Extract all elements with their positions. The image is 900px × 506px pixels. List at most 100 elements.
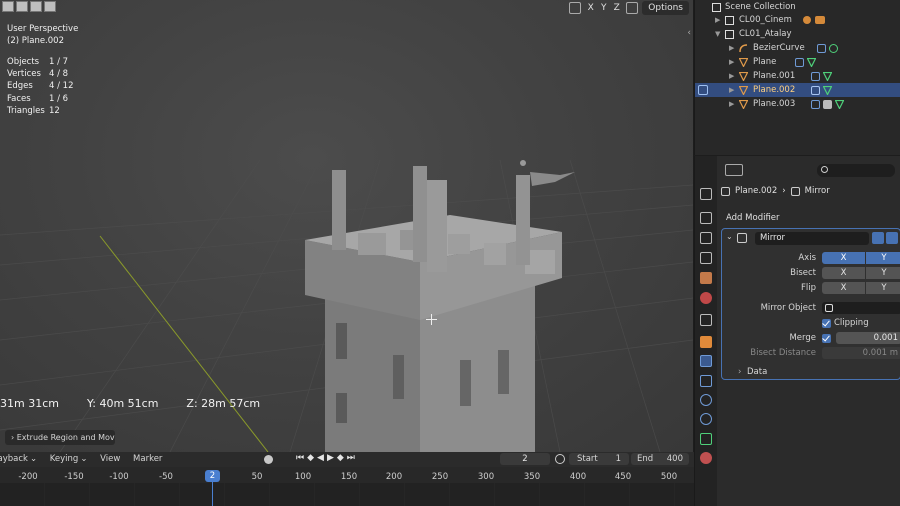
options-dropdown[interactable]: Options [642,1,689,15]
outliner-item-plane-001[interactable]: ▶ Plane.001 [695,69,900,83]
expand-arrow-icon[interactable]: ▶ [729,97,734,111]
collapse-chevron-icon[interactable]: ⌄ [726,232,733,241]
outliner-item-plane-003[interactable]: ▶ Plane.003 [695,97,900,111]
expand-arrow-icon[interactable]: ▶ [729,41,734,55]
select-box-icon[interactable] [2,1,14,12]
outliner-item-cl00[interactable]: ▶ CL00_Cinem [695,13,900,27]
camera-icon[interactable] [815,16,825,24]
modifier-icon[interactable] [811,72,820,81]
frame-ruler[interactable]: -200 -150 -100 -50 50 100 150 200 250 30… [0,467,715,483]
timeline-editor[interactable]: Playback⌄ Keying⌄ View Marker ⏮ ◆ ◀ ▶ ◆ … [0,452,715,506]
curve-data-icon[interactable] [829,44,838,53]
data-subpanel[interactable]: › Data [722,366,900,379]
merge-checkbox[interactable] [822,334,831,343]
outliner-item-plane-002[interactable]: ▶ Plane.002 [695,83,900,97]
mesh-data-icon[interactable] [823,72,832,81]
tick-label: -100 [109,472,129,482]
world-tab-icon[interactable] [700,292,712,304]
output-tab-icon[interactable] [700,232,712,244]
axis-x-toggle[interactable]: X [585,2,596,14]
outliner[interactable]: Scene Collection ▶ CL00_Cinem ▼ CL01_Ata… [694,0,900,155]
keyframe-area[interactable] [0,483,715,506]
menu-marker[interactable]: Marker [133,454,162,464]
edit-mode-icon[interactable] [698,85,708,95]
expand-arrow-icon[interactable]: › [738,366,741,379]
outliner-item-plane[interactable]: ▶ Plane [695,55,900,69]
clipping-checkbox[interactable] [822,319,831,328]
jump-end-icon[interactable]: ⏭ [347,453,355,463]
outliner-item-cl01[interactable]: ▼ CL01_Atalay [695,27,900,41]
play-reverse-icon[interactable]: ◀ [317,453,324,463]
object-tab-icon[interactable] [700,336,712,348]
tool-tab-icon[interactable] [700,188,712,200]
mesh-data-icon[interactable] [807,58,816,67]
viewport-toggle-icon[interactable] [886,232,898,244]
mesh-data-icon[interactable] [835,100,844,109]
editor-type-icon[interactable] [725,164,743,176]
axis-x-toggle[interactable]: X [822,252,865,264]
edit-mode-toggle-icon[interactable] [872,232,884,244]
flip-y-toggle[interactable]: Y [866,282,900,294]
outliner-item-beziercurve[interactable]: ▶ BezierCurve [695,41,900,55]
menu-view[interactable]: View [100,454,120,464]
light-icon[interactable] [803,16,811,24]
axis-z-toggle[interactable]: Z [611,2,622,14]
mirror-axis-icon[interactable] [569,2,582,14]
constraints-tab-icon[interactable] [700,413,712,425]
mesh-data-icon[interactable] [823,86,832,95]
scene-render[interactable] [0,0,693,452]
axis-y-toggle[interactable]: Y [866,252,900,264]
properties-search[interactable] [817,164,895,177]
flip-x-toggle[interactable]: X [822,282,865,294]
material-tab-icon[interactable] [700,452,712,464]
last-operator-panel[interactable]: › Extrude Region and Mov [5,430,115,445]
data-tab-icon[interactable] [700,433,712,445]
expand-arrow-icon[interactable]: ▶ [715,13,720,27]
record-icon[interactable] [264,455,273,464]
select-invert-icon[interactable] [44,1,56,12]
modifier-tab-icon[interactable] [700,355,712,367]
bisect-y-toggle[interactable]: Y [866,267,900,279]
expand-arrow-icon[interactable]: ▶ [729,55,734,69]
modifier-icon[interactable] [811,100,820,109]
render-tab-icon[interactable] [700,212,712,224]
material-icon[interactable] [823,100,832,109]
jump-start-icon[interactable]: ⏮ [296,453,304,463]
properties-editor[interactable]: Plane.002 › Mirror Add Modifier ⌄ Mirror… [694,156,900,506]
prev-keyframe-icon[interactable]: ◆ [307,453,314,463]
modifier-icon[interactable] [795,58,804,67]
expand-arrow-icon[interactable]: ▶ [729,83,734,97]
physics-tab-icon[interactable] [700,394,712,406]
current-frame-field[interactable]: 2 [500,453,550,465]
outliner-item-scene-collection[interactable]: Scene Collection [695,0,900,14]
next-keyframe-icon[interactable]: ◆ [337,453,344,463]
menu-playback[interactable]: Playback [0,454,28,464]
preview-range-icon[interactable] [555,454,565,464]
bisect-distance-field[interactable]: 0.001 m [822,347,900,359]
select-extend-icon[interactable] [16,1,28,12]
modifier-name-field[interactable]: Mirror [755,232,869,245]
3d-viewport[interactable]: X Y Z Options ‹ User Perspective (2) Pla… [0,0,693,452]
particles-tab-icon[interactable] [700,375,712,387]
collection-tab-icon[interactable] [700,314,712,326]
add-modifier-button[interactable]: Add Modifier [721,211,899,225]
playhead[interactable]: 2 [205,470,220,482]
mirror-object-field[interactable] [822,302,900,314]
view-layer-tab-icon[interactable] [700,252,712,264]
sidebar-collapse-icon[interactable]: ‹ [687,28,691,38]
modifier-icon[interactable] [811,86,820,95]
menu-keying[interactable]: Keying [50,454,79,464]
play-icon[interactable]: ▶ [327,453,334,463]
overlay-icon[interactable] [626,2,639,14]
modifier-icon[interactable] [817,44,826,53]
start-frame-field[interactable]: Start 1 [569,453,629,465]
bisect-x-toggle[interactable]: X [822,267,865,279]
merge-distance-field[interactable]: 0.001 [836,332,900,344]
collapse-arrow-icon[interactable]: ▼ [715,27,720,41]
select-subtract-icon[interactable] [30,1,42,12]
axis-y-toggle[interactable]: Y [598,2,609,14]
scene-tab-icon[interactable] [700,272,712,284]
end-frame-field[interactable]: End 400 [631,453,689,465]
mode-icons[interactable] [2,1,56,12]
expand-arrow-icon[interactable]: ▶ [729,69,734,83]
